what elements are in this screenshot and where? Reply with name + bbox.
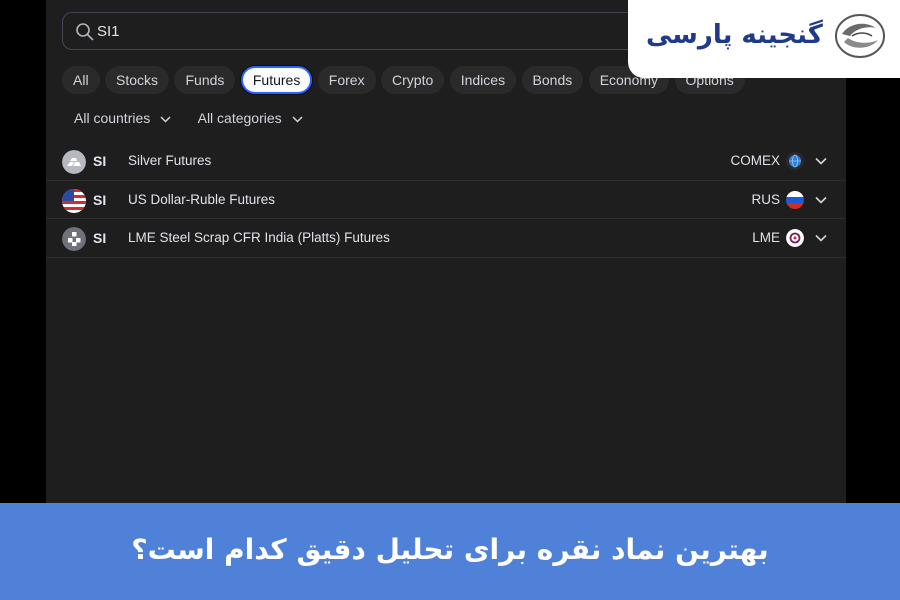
tab-forex[interactable]: Forex <box>317 66 376 94</box>
symbol: SI <box>93 191 107 208</box>
symbol: SI <box>93 230 107 246</box>
chevron-down-icon[interactable] <box>814 154 828 168</box>
lme-logo-icon <box>786 229 804 247</box>
tab-stocks[interactable]: Stocks <box>105 66 170 94</box>
chevron-down-icon <box>160 116 171 123</box>
tab-bonds[interactable]: Bonds <box>521 66 584 94</box>
chevron-down-icon <box>292 116 303 123</box>
results-list: SI Silver Futures COMEX SI US Dollar-Rub… <box>46 142 846 258</box>
description: Silver Futures <box>128 153 212 168</box>
categories-dropdown[interactable]: All categories <box>198 110 303 126</box>
categories-label: All categories <box>197 110 282 126</box>
tab-futures[interactable]: Futures <box>240 66 313 94</box>
description: LME Steel Scrap CFR India (Platts) Futur… <box>128 230 390 245</box>
symbol: SI <box>93 153 107 169</box>
result-row[interactable]: SI Silver Futures COMEX <box>46 142 846 181</box>
title-banner: بهترین نماد نقره برای تحلیل دقیق کدام اس… <box>0 503 900 600</box>
globe-icon <box>786 152 804 170</box>
russia-flag-icon <box>786 190 804 209</box>
tab-all[interactable]: All <box>62 66 100 94</box>
chevron-down-icon[interactable] <box>814 231 828 245</box>
search-box[interactable] <box>62 12 662 50</box>
result-row[interactable]: SI US Dollar-Ruble Futures RUS <box>46 181 846 219</box>
filter-bar: All countries All categories <box>74 110 325 132</box>
countries-label: All countries <box>74 110 151 126</box>
description: US Dollar-Ruble Futures <box>128 191 276 207</box>
chevron-down-icon[interactable] <box>814 193 828 207</box>
search-icon <box>76 23 94 41</box>
brand-logo-icon <box>835 14 885 58</box>
steel-blocks-icon <box>62 227 86 251</box>
tab-indices[interactable]: Indices <box>449 66 517 94</box>
countries-dropdown[interactable]: All countries <box>74 110 171 126</box>
banner-title: بهترین نماد نقره برای تحلیل دقیق کدام اس… <box>131 533 769 566</box>
exchange: COMEX <box>730 153 780 168</box>
exchange: RUS <box>751 191 780 207</box>
search-input[interactable] <box>97 13 497 49</box>
brand-name: گنجینه پارسی <box>646 20 823 50</box>
tab-crypto[interactable]: Crypto <box>381 66 445 94</box>
us-flag-icon <box>62 188 86 213</box>
tab-funds[interactable]: Funds <box>174 66 236 94</box>
silver-bars-icon <box>62 150 86 174</box>
result-row[interactable]: SI LME Steel Scrap CFR India (Platts) Fu… <box>46 219 846 258</box>
brand-badge: گنجینه پارسی <box>628 0 900 78</box>
exchange: LME <box>752 230 780 245</box>
